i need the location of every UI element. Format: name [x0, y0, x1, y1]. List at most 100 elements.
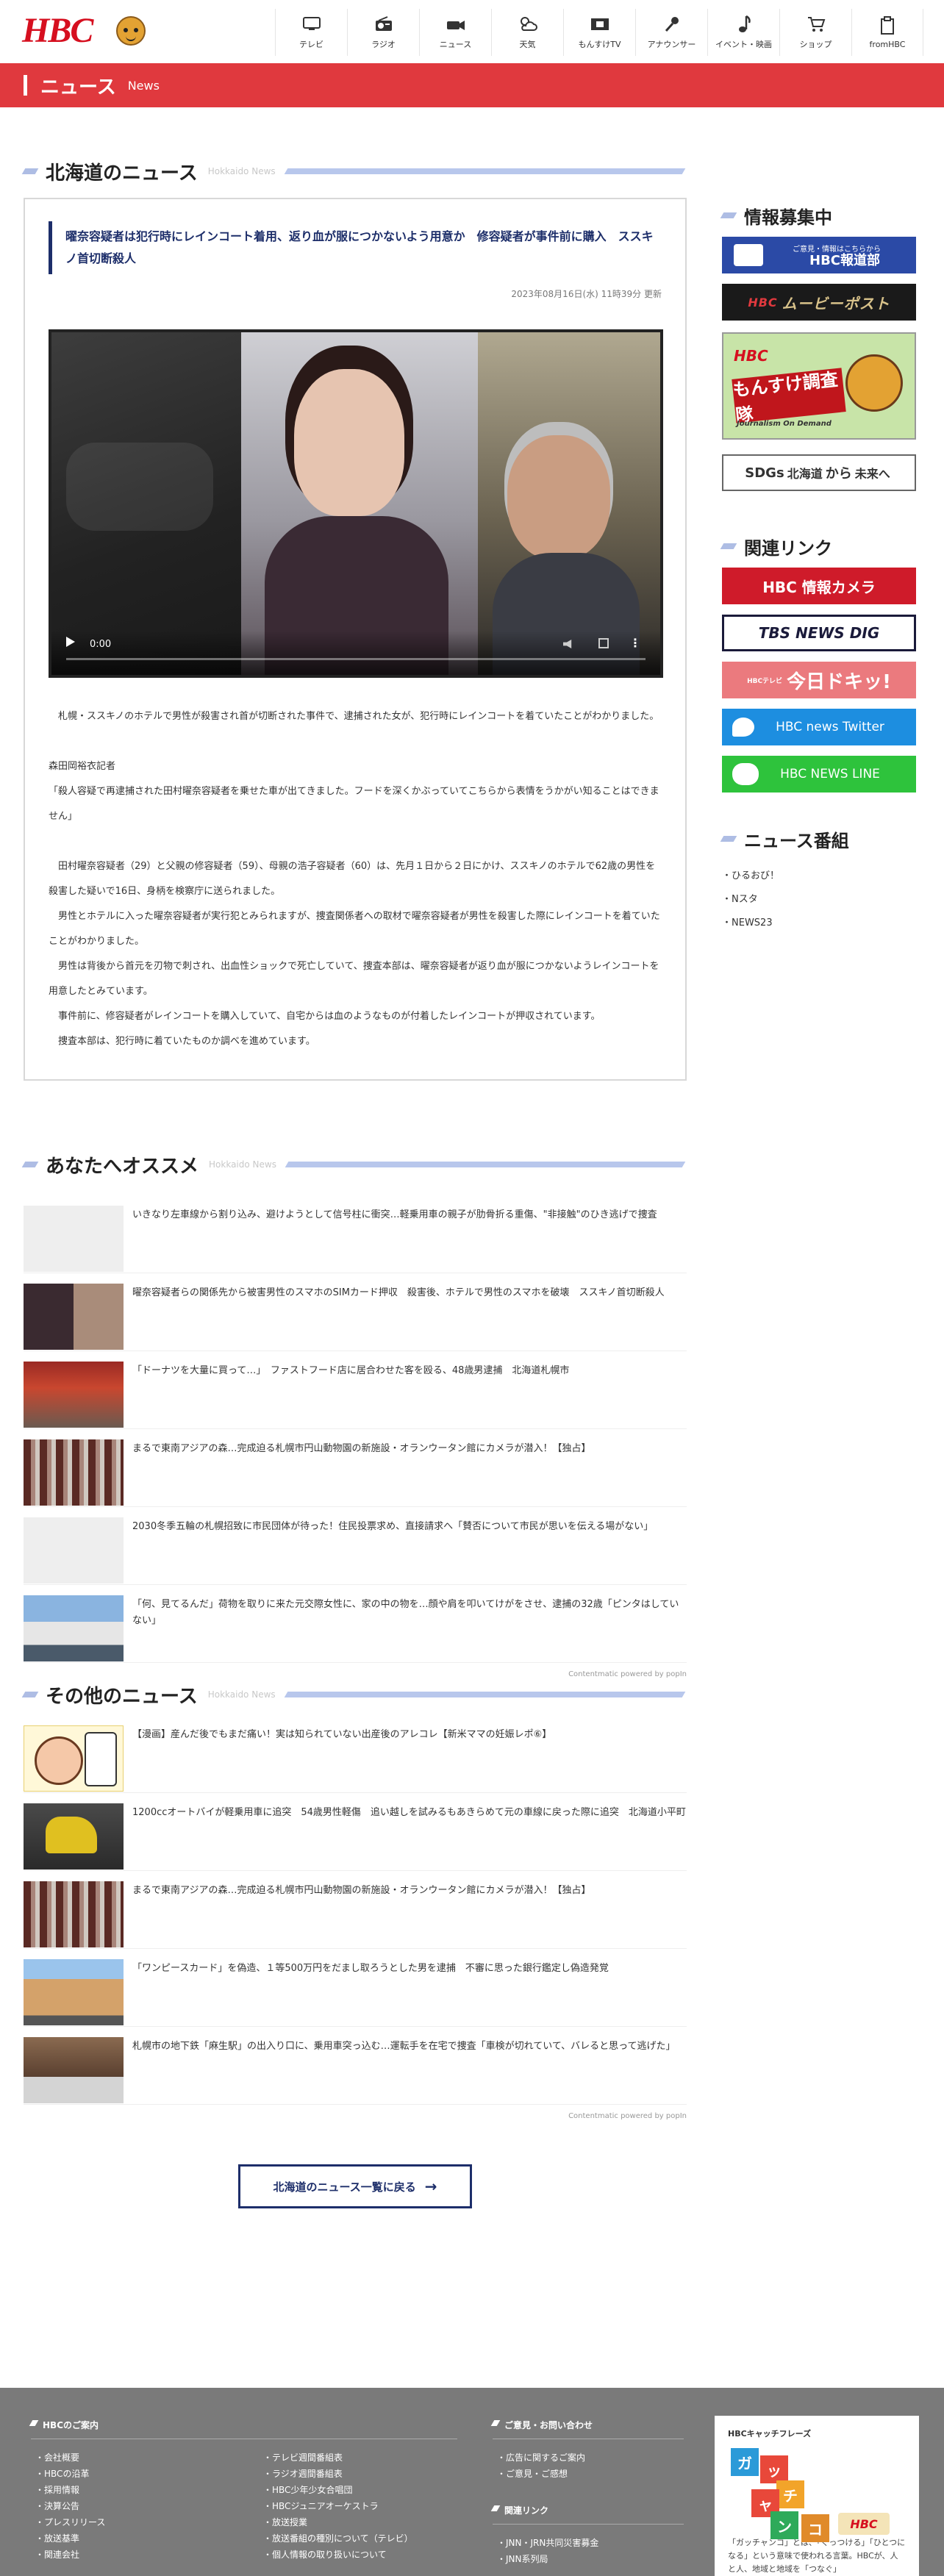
news-camera-icon — [446, 15, 466, 34]
footer-link[interactable]: 放送授業 — [259, 2514, 465, 2530]
nav-item-2[interactable]: ニュース — [419, 9, 491, 56]
sdgs-banner[interactable]: SDGs 北海道 から 未来へ — [722, 454, 916, 491]
footer-link[interactable]: プレスリリース — [31, 2514, 259, 2530]
band-title: ニュース — [40, 76, 116, 99]
list-item-title: 【漫画】産んだ後でもまだ痛い！実は知られていない出産後のアレコレ【新米ママの妊娠… — [132, 1729, 552, 1740]
hbc-report-banner[interactable]: ご意見・情報はこちらから HBC報道部 — [722, 237, 916, 273]
more-vertical-icon[interactable]: ⋮ — [629, 636, 641, 650]
list-item[interactable]: 1200ccオートバイが軽乗用車に追突 54歳男性軽傷 追い越しを試みるもあきら… — [24, 1793, 687, 1871]
tbs-news-dig-banner[interactable]: TBS NEWS DIG — [722, 615, 916, 651]
hbc-camera-banner[interactable]: HBC 情報カメラ — [722, 568, 916, 604]
footer-link[interactable]: テレビ週間番組表 — [259, 2450, 465, 2466]
line-banner[interactable]: HBC NEWS LINE — [722, 756, 916, 793]
thumbnail-image — [24, 1959, 124, 2025]
nav-item-5[interactable]: アナウンサー — [635, 9, 707, 56]
video-progress-bar[interactable] — [66, 658, 646, 660]
recommend-credit[interactable]: Contentmatic powered by popIn — [24, 1670, 687, 1678]
article-paragraph: 男性とホテルに入った曜奈容疑者が実行犯とみられますが、捜査関係者への取材で曜奈容… — [49, 911, 660, 947]
footer-link[interactable]: JNN系列局 — [493, 2551, 684, 2567]
footer-link[interactable]: HBCジュニアオーケストラ — [259, 2498, 465, 2514]
article-paragraph — [49, 729, 662, 754]
back-to-list-button[interactable]: 北海道のニュース一覧に戻る → — [238, 2164, 472, 2208]
section-mark — [21, 1162, 39, 1167]
twitter-label: HBC news Twitter — [776, 720, 884, 734]
monsu-title: もんすけ調査隊 — [732, 368, 846, 426]
list-item[interactable]: 曜奈容疑者らの関係先から被害男性のスマホのSIMカード押収 殺害後、ホテルで男性… — [24, 1273, 687, 1351]
page-band: ニュース News — [0, 63, 944, 107]
list-item[interactable]: 「ドーナツを大量に買って…」 ファストフード店に居合わせた客を殴る、48歳男逮捕… — [24, 1351, 687, 1429]
doki-label: 今日ドキッ! — [787, 670, 891, 693]
nav-item-0[interactable]: テレビ — [275, 9, 347, 56]
list-item[interactable]: 【漫画】産んだ後でもまだ痛い！実は知られていない出産後のアレコレ【新米ママの妊娠… — [24, 1715, 687, 1793]
nav-label: ショップ — [799, 40, 832, 49]
list-item[interactable]: まるで東南アジアの森…完成迫る札幌市円山動物園の新施設・オランウータン館にカメラ… — [24, 1871, 687, 1949]
band-subtitle: News — [127, 78, 160, 93]
footer-link[interactable]: ラジオ週間番組表 — [259, 2466, 465, 2482]
catchphrase-tile: ガ — [731, 2448, 759, 2476]
radio-icon — [373, 15, 394, 34]
doki-small: HBCテレビ — [747, 677, 783, 685]
nav-item-1[interactable]: ラジオ — [347, 9, 419, 56]
movie-post-banner[interactable]: HBC ムービーポスト — [722, 284, 916, 321]
footer-link[interactable]: 会社概要 — [31, 2450, 259, 2466]
list-item[interactable]: 「ワンピースカード」を偽造、１等500万円をだまし取ろうとした男を逮捕 不審に思… — [24, 1949, 687, 2027]
nav-item-4[interactable]: もんすけTV — [563, 9, 635, 56]
other-credit[interactable]: Contentmatic powered by popIn — [24, 2112, 687, 2120]
footer-link[interactable]: 放送番組の種別について（テレビ） — [259, 2530, 465, 2547]
article-paragraph: 札幌・ススキノのホテルで男性が殺害され首が切断された事件で、逮捕された女が、犯行… — [49, 711, 659, 722]
monsu-sub: Journalism On Demand — [737, 420, 832, 428]
twitter-banner[interactable]: HBC news Twitter — [722, 709, 916, 745]
nav-item-8[interactable]: fromHBC — [851, 9, 923, 56]
footer-about-title: HBCのご案内 — [31, 2419, 457, 2439]
list-item[interactable]: 「何、見てるんだ」荷物を取りに来た元交際女性に、家の中の物を…顔や肩を叩いてけが… — [24, 1585, 687, 1663]
sidebar-header-links: 関連リンク — [720, 535, 918, 559]
article-box: 曜奈容疑者は犯行時にレインコート着用、返り血が服につかないよう用意か 修容疑者が… — [24, 198, 687, 1081]
footer-contact: ご意見・お問い合わせ 広告に関するご案内ご意見・ご感想 関連リンク JNN・JR… — [493, 2419, 684, 2567]
list-item-title: 2030冬季五輪の札幌招致に市民団体が待った！住民投票求め、直接請求へ「賛否につ… — [132, 1521, 654, 1532]
section-title: 北海道のニュース — [46, 162, 198, 185]
section-header-recommend: あなたへオススメ Hokkaido News — [21, 1151, 687, 1178]
footer-link[interactable]: JNN・JRN共同災害募金 — [493, 2535, 684, 2551]
list-item[interactable]: まるで東南アジアの森…完成迫る札幌市円山動物園の新施設・オランウータン館にカメラ… — [24, 1429, 687, 1507]
program-item[interactable]: ひるおび！ — [722, 865, 918, 888]
kyou-doki-banner[interactable]: HBCテレビ 今日ドキッ! — [722, 662, 916, 698]
nav-item-3[interactable]: 天気 — [491, 9, 563, 56]
footer-link[interactable]: 採用情報 — [31, 2482, 259, 2498]
footer-link[interactable]: 放送基準 — [31, 2530, 259, 2547]
video-player[interactable]: 0:00 ⋮ — [49, 329, 663, 678]
footer-link[interactable]: 関連会社 — [31, 2547, 259, 2563]
nav-item-7[interactable]: ショップ — [779, 9, 851, 56]
nav-label: アナウンサー — [647, 40, 696, 49]
movie-hbc: HBC — [748, 295, 778, 310]
nav-label: テレビ — [299, 40, 323, 49]
play-icon[interactable] — [66, 637, 75, 647]
section-mark — [720, 212, 737, 218]
program-item[interactable]: Nスタ — [722, 888, 918, 912]
video-face-2 — [507, 435, 610, 560]
footer-link[interactable]: 広告に関するご案内 — [493, 2450, 684, 2466]
back-to-list-label: 北海道のニュース一覧に戻る — [273, 2180, 416, 2194]
list-item[interactable]: 2030冬季五輪の札幌招致に市民団体が待った！住民投票求め、直接請求へ「賛否につ… — [24, 1507, 687, 1585]
fullscreen-icon[interactable] — [598, 638, 609, 648]
monsuke-survey-banner[interactable]: HBC もんすけ調査隊 Journalism On Demand — [722, 332, 916, 440]
hbc-logo[interactable]: HBC — [22, 13, 151, 49]
program-item[interactable]: NEWS23 — [722, 912, 918, 935]
footer-link[interactable]: 個人情報の取り扱いについて — [259, 2547, 465, 2563]
list-item[interactable]: いきなり左車線から割り込み、避けようとして信号柱に衝突…軽乗用車の親子が肋骨折る… — [24, 1195, 687, 1273]
footer-link[interactable]: 決算公告 — [31, 2498, 259, 2514]
nav-item-6[interactable]: イベント・映画 — [707, 9, 779, 56]
catchphrase-tile: ッ — [760, 2455, 788, 2483]
band-bar — [24, 75, 27, 96]
nav-label: ニュース — [439, 40, 472, 49]
footer-link[interactable]: HBC少年少女合唱団 — [259, 2482, 465, 2498]
footer-link[interactable]: HBCの沿革 — [31, 2466, 259, 2482]
list-item[interactable]: 札幌市の地下鉄「麻生駅」の出入り口に、乗用車突っ込む…運転手を在宅で捜査「車検が… — [24, 2027, 687, 2105]
recommend-list: いきなり左車線から割り込み、避けようとして信号柱に衝突…軽乗用車の親子が肋骨折る… — [24, 1195, 687, 1663]
catchphrase-title: HBCキャッチフレーズ — [728, 2429, 812, 2439]
site-footer: HBCのご案内 会社概要HBCの沿革採用情報決算公告プレスリリース放送基準関連会… — [0, 2388, 944, 2576]
program-list: ひるおび！NスタNEWS23 — [722, 865, 918, 935]
section-title-en: Hokkaido News — [207, 1689, 276, 1700]
weather-icon — [518, 15, 538, 34]
footer-link[interactable]: ご意見・ご感想 — [493, 2466, 684, 2482]
article-body: 札幌・ススキノのホテルで男性が殺害され首が切断された事件で、逮捕された女が、犯行… — [49, 704, 662, 1054]
